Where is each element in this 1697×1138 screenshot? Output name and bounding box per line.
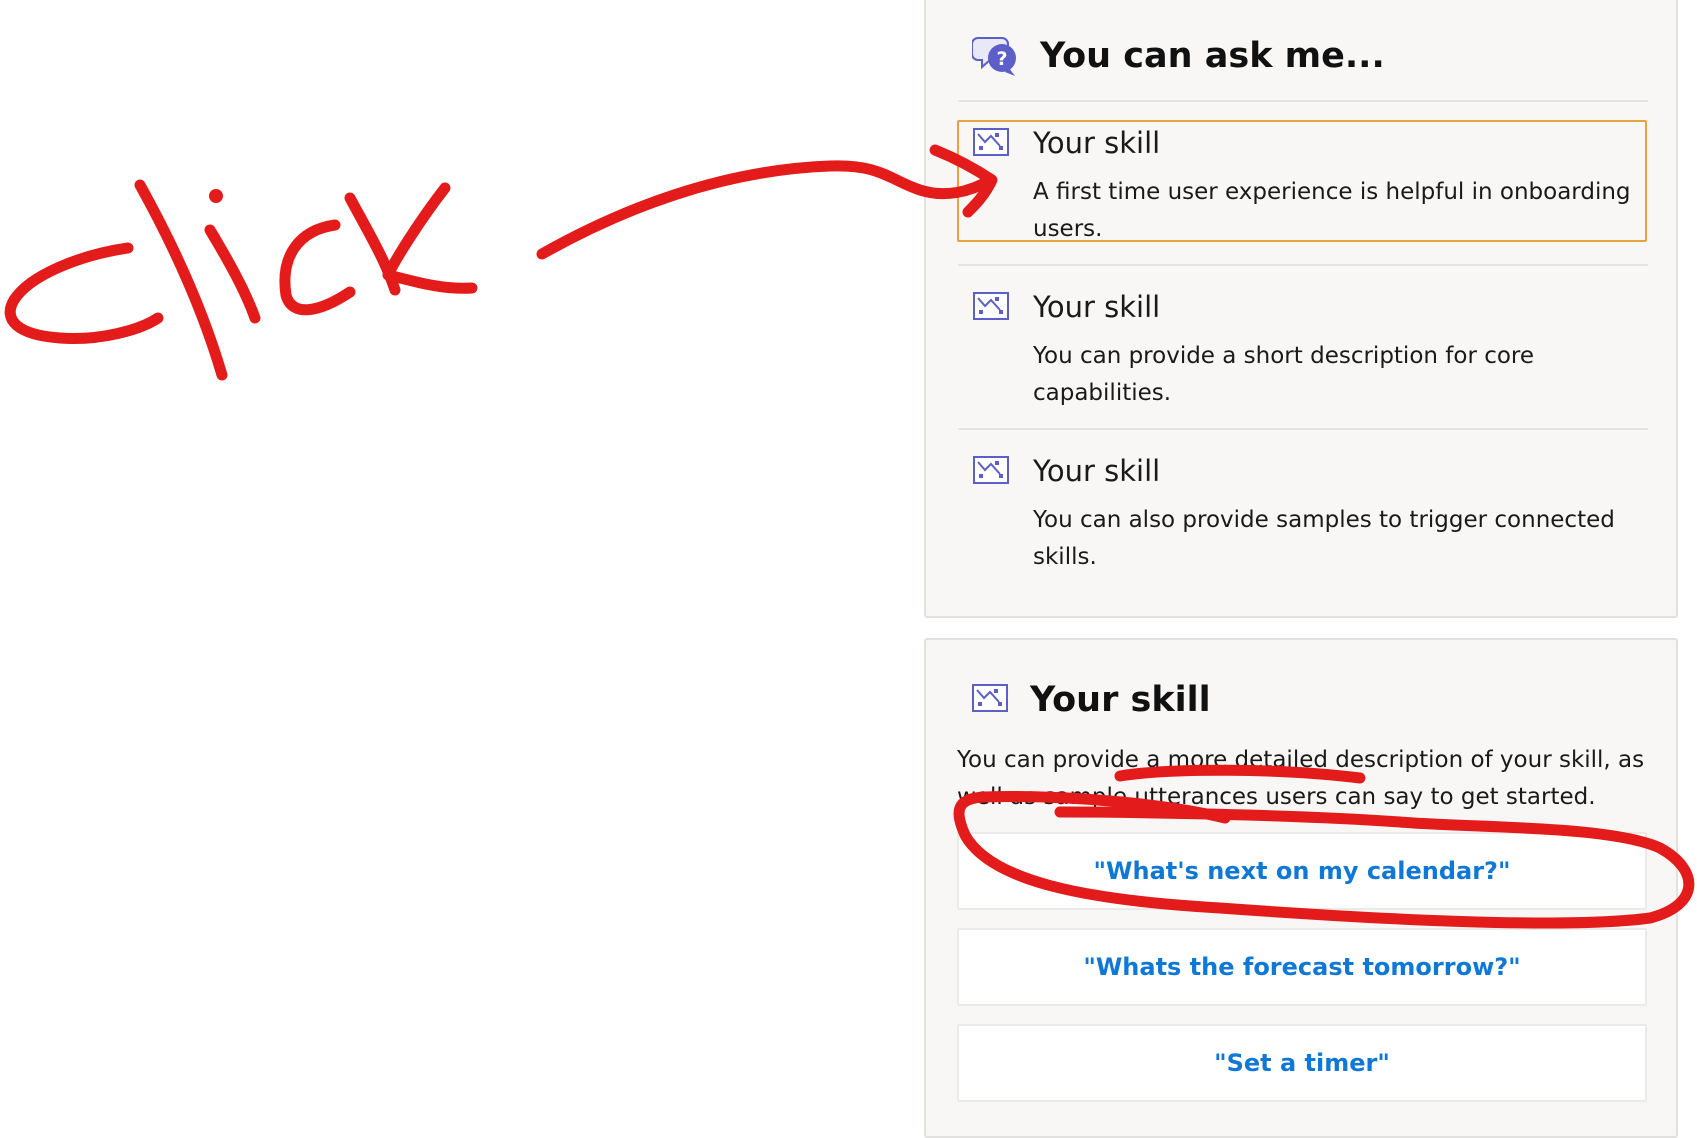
- skill-item-description: A first time user experience is helpful …: [1033, 179, 1631, 242]
- image-placeholder-icon: [973, 292, 1009, 324]
- ask-me-title: You can ask me...: [1040, 36, 1385, 76]
- click-handwriting: [4, 179, 478, 381]
- svg-text:?: ?: [996, 48, 1007, 70]
- skill-item-title: Your skill: [1033, 126, 1161, 160]
- image-placeholder-icon: [973, 128, 1009, 160]
- skill-item-2[interactable]: Your skill You can provide a short descr…: [957, 284, 1647, 406]
- skill-detail-header: Your skill: [972, 670, 1211, 730]
- skill-item-description: You can also provide samples to trigger …: [1033, 507, 1615, 570]
- ask-me-header: ? You can ask me...: [971, 26, 1385, 86]
- ask-me-card: ? You can ask me... Your skill A first t…: [924, 0, 1678, 618]
- skill-item-title: Your skill: [1033, 454, 1161, 488]
- skill-item-1[interactable]: Your skill A first time user experience …: [957, 120, 1647, 242]
- skill-detail-intro: You can provide a more detailed descript…: [957, 747, 1645, 810]
- divider: [958, 264, 1648, 266]
- sample-utterance-button-3[interactable]: "Set a timer": [957, 1024, 1647, 1102]
- skill-detail-card: Your skill You can provide a more detail…: [924, 638, 1678, 1138]
- sample-utterance-button-2[interactable]: "Whats the forecast tomorrow?": [957, 928, 1647, 1006]
- skill-item-title: Your skill: [1033, 290, 1161, 324]
- skill-item-3[interactable]: Your skill You can also provide samples …: [957, 448, 1647, 570]
- sample-utterance-button-1[interactable]: "What's next on my calendar?": [957, 832, 1647, 910]
- chat-question-icon: ?: [971, 30, 1020, 82]
- click-i-dot: [209, 189, 223, 203]
- skill-detail-title: Your skill: [1030, 680, 1211, 720]
- divider: [958, 100, 1648, 102]
- skill-item-description: You can provide a short description for …: [1033, 343, 1535, 406]
- image-placeholder-icon: [973, 456, 1009, 488]
- divider: [958, 428, 1648, 430]
- image-placeholder-icon: [972, 684, 1008, 716]
